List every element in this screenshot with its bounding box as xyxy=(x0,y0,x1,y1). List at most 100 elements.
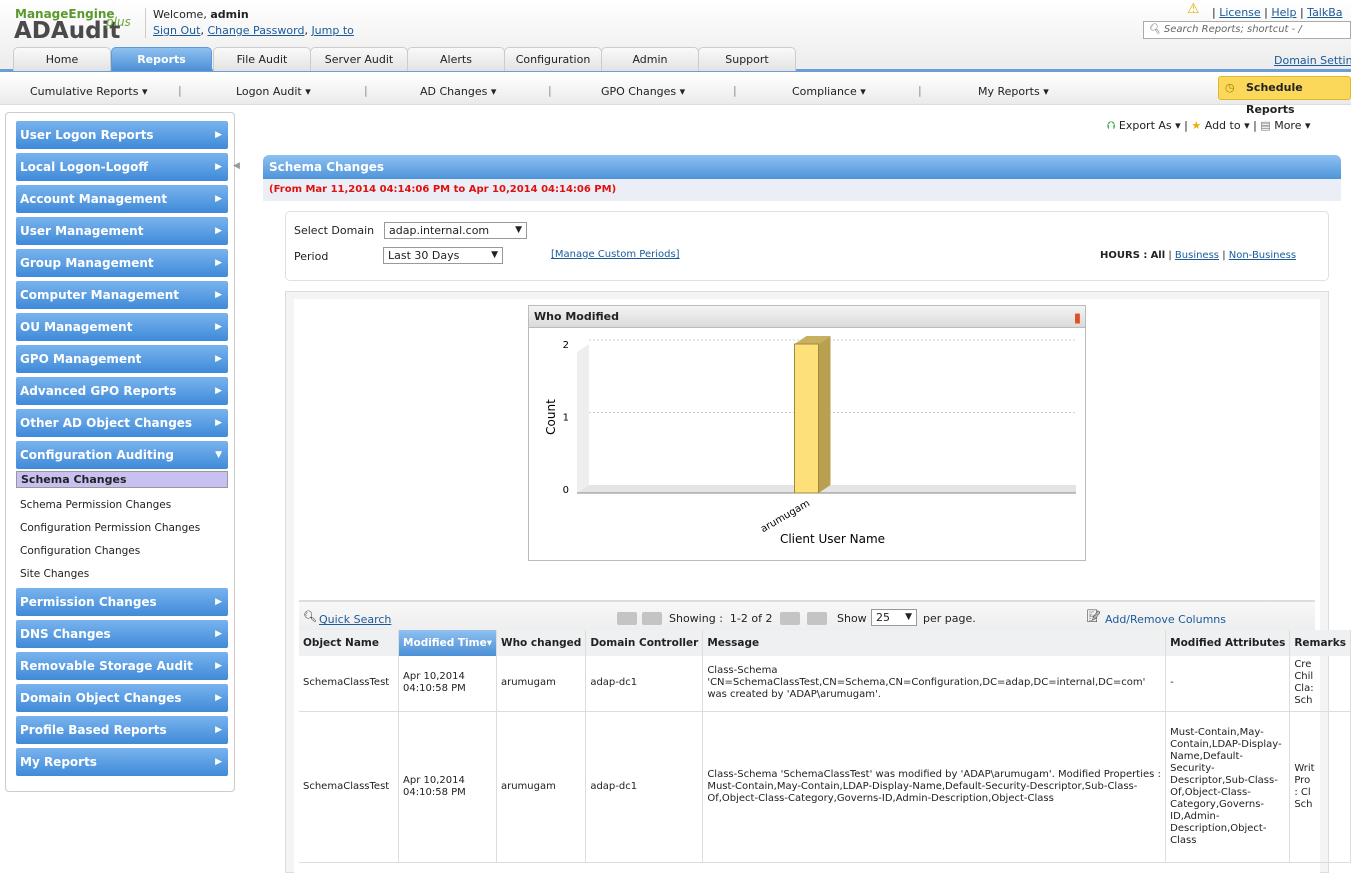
sidebar-subitem-configuration-permission-changes[interactable]: Configuration Permission Changes xyxy=(16,517,228,539)
tab-admin[interactable]: Admin xyxy=(601,47,699,71)
sidebar-item-other-ad-object-changes[interactable]: Other AD Object Changes ▶ xyxy=(16,409,228,437)
clock-icon: ◷ xyxy=(1225,81,1235,94)
sidebar-item-removable-storage-audit[interactable]: Removable Storage Audit ▶ xyxy=(16,652,228,680)
sidebar-item-user-management[interactable]: User Management ▶ xyxy=(16,217,228,245)
logo-product: ADAudit xyxy=(14,18,121,44)
menu-ad-changes[interactable]: AD Changes ▾ xyxy=(420,85,496,98)
chevron-right-icon: ▶ xyxy=(215,661,222,671)
sidebar-subitem-configuration-changes[interactable]: Configuration Changes xyxy=(16,540,228,562)
tab-server-audit[interactable]: Server Audit xyxy=(310,47,408,71)
hours-all[interactable]: All xyxy=(1151,250,1166,261)
dropdown-arrow-icon: ▼ xyxy=(491,250,498,260)
talkback-link[interactable]: TalkBa xyxy=(1307,6,1342,19)
warning-icon[interactable]: ⚠ xyxy=(1187,1,1200,17)
sidebar-item-profile-based-reports[interactable]: Profile Based Reports ▶ xyxy=(16,716,228,744)
license-link[interactable]: License xyxy=(1219,6,1260,19)
page-size-select[interactable]: 25 ▼ xyxy=(871,609,917,626)
schedule-reports-button[interactable]: ◷ Schedule Reports xyxy=(1218,76,1351,116)
search-input[interactable]: 🔍︎ Search Reports; shortcut - / xyxy=(1143,21,1351,39)
chevron-right-icon: ▶ xyxy=(215,418,222,428)
column-header-who-changed[interactable]: Who changed xyxy=(496,630,587,656)
bar-side xyxy=(818,336,831,493)
divider: | xyxy=(178,84,182,97)
column-header-modified-time[interactable]: Modified Time▾ xyxy=(398,630,497,656)
sidebar-item-permission-changes[interactable]: Permission Changes ▶ xyxy=(16,588,228,616)
sidebar-subitem-schema-permission-changes[interactable]: Schema Permission Changes xyxy=(16,494,228,516)
column-header-remarks[interactable]: Remarks xyxy=(1289,630,1351,656)
menu-compliance[interactable]: Compliance ▾ xyxy=(792,85,866,98)
chevron-right-icon: ▶ xyxy=(215,386,222,396)
dropdown-arrow-icon: ▼ xyxy=(515,225,522,235)
sidebar-item-computer-management[interactable]: Computer Management ▶ xyxy=(16,281,228,309)
chart-title: Who Modified xyxy=(534,310,619,323)
hours-label: HOURS : xyxy=(1100,250,1148,261)
per-page-label: per page. xyxy=(923,612,976,625)
sidebar-item-domain-object-changes[interactable]: Domain Object Changes ▶ xyxy=(16,684,228,712)
first-page-button[interactable] xyxy=(617,612,637,625)
menu-logon-audit[interactable]: Logon Audit ▾ xyxy=(236,85,311,98)
domain-settings-link[interactable]: Domain Settin xyxy=(1274,54,1351,67)
last-page-button[interactable] xyxy=(807,612,827,625)
y-tick-label: 2 xyxy=(563,340,569,351)
sidebar-item-ou-management[interactable]: OU Management ▶ xyxy=(16,313,228,341)
jump-to-link[interactable]: Jump to xyxy=(311,24,353,37)
manage-custom-periods-link[interactable]: [Manage Custom Periods] xyxy=(551,249,680,260)
next-page-button[interactable] xyxy=(780,612,800,625)
chevron-right-icon: ▶ xyxy=(215,162,222,172)
change-password-link[interactable]: Change Password xyxy=(207,24,304,37)
y-tick-label: 0 xyxy=(563,485,569,496)
sidebar-subitem-schema-changes[interactable]: Schema Changes xyxy=(16,471,228,488)
menu-gpo-changes[interactable]: GPO Changes ▾ xyxy=(601,85,685,98)
object-name-cell: SchemaClassTest xyxy=(299,711,400,863)
tab-home[interactable]: Home xyxy=(13,47,111,71)
column-header-domain-controller[interactable]: Domain Controller xyxy=(585,630,704,656)
menu-cumulative-reports[interactable]: Cumulative Reports ▾ xyxy=(30,85,148,98)
table-row[interactable]: SchemaClassTest Apr 10,2014 04:10:58 PM … xyxy=(299,656,1351,712)
tab-reports[interactable]: Reports xyxy=(111,47,212,71)
tab-configuration[interactable]: Configuration xyxy=(504,47,602,71)
x-tick-label: arumugam xyxy=(759,498,812,535)
y-tick-label: 1 xyxy=(563,413,569,424)
column-header-message[interactable]: Message xyxy=(702,630,1167,656)
report-date-range: (From Mar 11,2014 04:14:06 PM to Apr 10,… xyxy=(263,179,1341,201)
add-to-button[interactable]: Add to ▾ xyxy=(1205,119,1250,132)
domain-controller-cell: adap-dc1 xyxy=(585,656,704,712)
previous-page-button[interactable] xyxy=(642,612,662,625)
tab-file-audit[interactable]: File Audit xyxy=(213,47,311,71)
column-header-modified-attributes[interactable]: Modified Attributes xyxy=(1165,630,1291,656)
collapse-sidebar-handle[interactable]: ◀ xyxy=(233,161,240,171)
sidebar-item-user-logon-reports[interactable]: User Logon Reports ▶ xyxy=(16,121,228,149)
sidebar-item-dns-changes[interactable]: DNS Changes ▶ xyxy=(16,620,228,648)
quick-search-link[interactable]: Quick Search xyxy=(319,613,391,626)
column-header-object-name[interactable]: Object Name xyxy=(299,630,400,656)
chevron-right-icon: ▶ xyxy=(215,194,222,204)
menu-my-reports[interactable]: My Reports ▾ xyxy=(978,85,1049,98)
sidebar-item-local-logon-logoff[interactable]: Local Logon-Logoff ▶ xyxy=(16,153,228,181)
period-select[interactable]: Last 30 Days ▼ xyxy=(383,247,503,264)
chart-type-icon[interactable]: ▮ xyxy=(1074,308,1081,330)
table-row[interactable]: SchemaClassTest Apr 10,2014 04:10:58 PM … xyxy=(299,711,1351,863)
hours-business-link[interactable]: Business xyxy=(1175,250,1219,261)
more-button[interactable]: More ▾ xyxy=(1274,119,1310,132)
chevron-right-icon: ▶ xyxy=(215,757,222,767)
sidebar-item-gpo-management[interactable]: GPO Management ▶ xyxy=(16,345,228,373)
export-as-button[interactable]: Export As ▾ xyxy=(1119,119,1181,132)
add-remove-columns-link[interactable]: Add/Remove Columns xyxy=(1105,613,1226,626)
hours-non-business-link[interactable]: Non-Business xyxy=(1229,250,1296,261)
help-link[interactable]: Help xyxy=(1271,6,1296,19)
sign-out-link[interactable]: Sign Out xyxy=(153,24,200,37)
sidebar-item-account-management[interactable]: Account Management ▶ xyxy=(16,185,228,213)
tab-alerts[interactable]: Alerts xyxy=(407,47,505,71)
sidebar-item-advanced-gpo-reports[interactable]: Advanced GPO Reports ▶ xyxy=(16,377,228,405)
domain-select[interactable]: adap.internal.com ▼ xyxy=(384,222,527,239)
sidebar-subitem-site-changes[interactable]: Site Changes xyxy=(16,563,228,585)
bar xyxy=(794,343,819,494)
sidebar-item-configuration-auditing[interactable]: Configuration Auditing ▼ xyxy=(16,441,228,469)
sidebar-item-my-reports[interactable]: My Reports ▶ xyxy=(16,748,228,776)
chevron-right-icon: ▶ xyxy=(215,354,222,364)
sidebar-item-group-management[interactable]: Group Management ▶ xyxy=(16,249,228,277)
welcome-text: Welcome, xyxy=(153,8,207,21)
tab-support[interactable]: Support xyxy=(698,47,796,71)
divider xyxy=(145,8,146,38)
username: admin xyxy=(210,8,249,21)
